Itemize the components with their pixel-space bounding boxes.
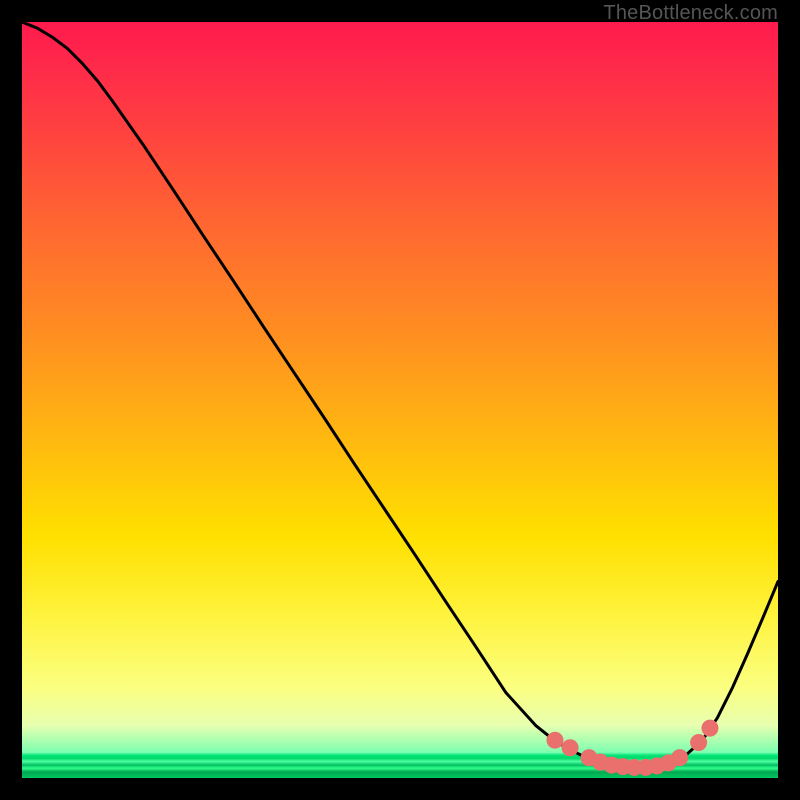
curve-marker <box>546 732 563 749</box>
bottleneck-curve <box>22 22 778 767</box>
curve-layer <box>22 22 778 778</box>
curve-marker <box>671 749 688 766</box>
chart-frame: TheBottleneck.com <box>0 0 800 800</box>
curve-marker <box>701 720 718 737</box>
watermark-text: TheBottleneck.com <box>603 2 778 25</box>
curve-marker <box>562 739 579 756</box>
curve-markers <box>546 720 718 776</box>
curve-marker <box>690 734 707 751</box>
plot-area <box>22 22 778 778</box>
